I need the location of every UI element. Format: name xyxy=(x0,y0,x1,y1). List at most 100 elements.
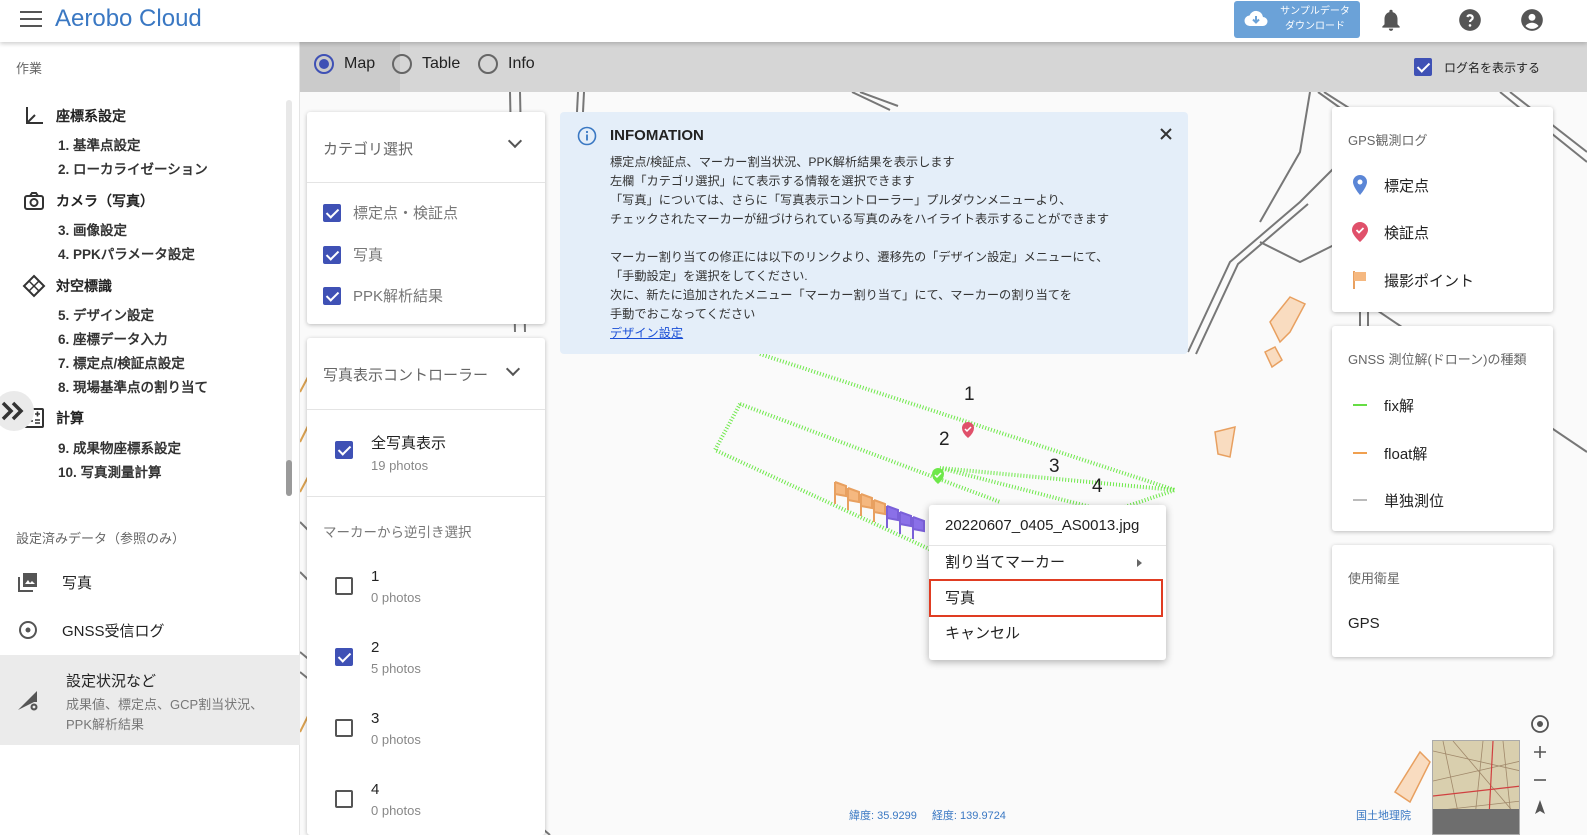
sidebar-item-photogrammetry[interactable]: 10. 写真測量計算 xyxy=(58,461,162,481)
sidebar-scroll-thumb[interactable] xyxy=(286,460,292,496)
show-log-names-checkbox[interactable]: ログ名を表示する xyxy=(1414,58,1540,76)
bell-icon[interactable] xyxy=(1378,7,1404,33)
orange-flag-icon xyxy=(1353,271,1366,289)
section-ground-markers: 対空標識 xyxy=(22,274,112,298)
flight-label-1: 1 xyxy=(964,384,975,405)
sidebar-item-output-crs[interactable]: 9. 成果物座標系設定 xyxy=(58,437,181,457)
legend-standalone: 単独測位 xyxy=(1350,489,1444,511)
cloud-download-icon xyxy=(1244,10,1268,27)
category-ppk-checkbox[interactable]: PPK解析結果 xyxy=(323,285,443,306)
map-credit[interactable]: 国土地理院 xyxy=(1356,807,1411,823)
blue-pin-icon xyxy=(1353,175,1367,195)
photo-controller-title: 写真表示コントローラー xyxy=(323,367,489,384)
category-collapse-chevron-icon[interactable] xyxy=(507,133,523,149)
legend-checkpoint: 検証点 xyxy=(1350,221,1429,243)
radio-table[interactable]: Table xyxy=(392,54,460,74)
marker-1-checkbox[interactable]: 10 photos xyxy=(335,568,421,605)
radio-info[interactable]: Info xyxy=(478,54,535,74)
flight-label-3: 3 xyxy=(1049,456,1060,477)
reverse-select-heading: マーカーから逆引き選択 xyxy=(323,525,472,540)
account-icon[interactable] xyxy=(1519,7,1545,33)
highlight-box xyxy=(929,579,1163,617)
app-title[interactable]: Aerobo Cloud xyxy=(55,5,202,33)
zoom-in-icon[interactable] xyxy=(1530,742,1550,762)
context-menu-assign-marker[interactable]: 割り当てマーカー xyxy=(929,545,1166,581)
category-gcp-checkbox[interactable]: 標定点・検証点 xyxy=(323,202,458,223)
satellites-panel: 使用衛星 GPS xyxy=(1332,545,1553,657)
zoom-out-icon[interactable] xyxy=(1530,770,1550,790)
settings-status-label: 設定状況など xyxy=(66,673,157,690)
show-all-photos-checkbox[interactable]: 全写真表示 19 photos xyxy=(335,432,446,473)
info-icon xyxy=(577,126,597,146)
photo-controller-panel: 写真表示コントローラー 全写真表示 19 photos マーカーから逆引き選択 … xyxy=(307,338,545,835)
legend-float: float解 xyxy=(1350,442,1427,464)
settings-status-desc-1: 成果値、標定点、GCP割当状況、 xyxy=(66,697,264,712)
sidebar-item-ppk-params[interactable]: 4. PPKパラメータ設定 xyxy=(58,243,195,263)
sidebar-scroll-track[interactable] xyxy=(286,100,292,496)
legend-shot-point: 撮影ポイント xyxy=(1350,269,1474,291)
fix-line-icon xyxy=(1353,404,1367,406)
photo-library-icon xyxy=(18,573,37,592)
flight-label-2: 2 xyxy=(939,429,950,450)
submenu-arrow-icon xyxy=(1137,559,1142,567)
legend-fix: fix解 xyxy=(1350,394,1414,416)
category-panel-title: カテゴリ選択 xyxy=(323,141,414,158)
sidebar-heading: 作業 xyxy=(16,61,43,76)
context-menu-filename: 20220607_0405_AS0013.jpg xyxy=(945,517,1140,534)
flight-label-4: 4 xyxy=(1092,476,1103,497)
gps-log-legend: GPS観測ログ 標定点 検証点 撮影ポイント xyxy=(1332,107,1553,312)
gps-target-icon xyxy=(19,621,37,639)
marker-2-checkbox[interactable]: 25 photos xyxy=(335,639,421,676)
design-settings-link[interactable]: デザイン設定 xyxy=(610,324,1109,343)
marker-4-checkbox[interactable]: 40 photos xyxy=(335,781,421,818)
coordinate-readout: 緯度: 35.9299 経度: 139.9724 xyxy=(849,807,1006,823)
download-label-2: ダウンロード xyxy=(1285,21,1345,32)
latitude-readout: 緯度: 35.9299 xyxy=(849,810,917,822)
sidebar-item-base-point[interactable]: 1. 基準点設定 xyxy=(58,134,141,154)
float-line-icon xyxy=(1353,452,1367,454)
locate-icon[interactable] xyxy=(1530,714,1550,734)
minimap[interactable] xyxy=(1432,740,1520,835)
section-coordinate-system: 座標系設定 xyxy=(22,104,126,128)
context-menu-cancel[interactable]: キャンセル xyxy=(929,616,1166,652)
gps-log-title: GPS観測ログ xyxy=(1348,133,1428,148)
gnss-type-legend: GNSS 測位解(ドローン)の種類 fix解 float解 単独測位 xyxy=(1332,326,1553,531)
info-title: INFOMATION xyxy=(610,127,704,144)
help-icon[interactable] xyxy=(1457,7,1483,33)
sidebar-item-photos[interactable]: 写真 xyxy=(16,570,92,594)
sidebar: 作業 座標系設定 1. 基準点設定 2. ローカライゼーション カメラ（写真） … xyxy=(0,42,300,835)
menu-icon[interactable] xyxy=(20,11,42,29)
sidebar-item-design-settings[interactable]: 5. デザイン設定 xyxy=(58,304,154,324)
standalone-line-icon xyxy=(1353,499,1367,501)
view-mode-bar: Map Table Info ログ名を表示する xyxy=(300,42,1587,92)
target-marker-icon xyxy=(22,274,46,298)
longitude-readout: 経度: 139.9724 xyxy=(931,810,1006,822)
download-label-1: サンプルデータ xyxy=(1280,6,1350,17)
compass-icon[interactable] xyxy=(1530,798,1550,818)
sidebar-item-site-point-assign[interactable]: 8. 現場基準点の割り当て xyxy=(58,376,208,396)
settings-status-desc-2: PPK解析結果 xyxy=(66,717,145,732)
photo-controller-chevron-icon[interactable] xyxy=(505,361,521,377)
top-bar: Aerobo Cloud サンプルデータ ダウンロード xyxy=(0,0,1587,42)
radio-map[interactable]: Map xyxy=(314,54,375,74)
info-body: 標定点/検証点、マーカー割当状況、PPK解析結果を表示します 左欄「カテゴリ選択… xyxy=(610,153,1109,343)
category-photo-checkbox[interactable]: 写真 xyxy=(323,244,383,265)
camera-icon xyxy=(24,192,44,210)
close-icon[interactable] xyxy=(1158,126,1174,142)
information-box: INFOMATION 標定点/検証点、マーカー割当状況、PPK解析結果を表示しま… xyxy=(560,112,1188,354)
sidebar-item-coordinate-input[interactable]: 6. 座標データ入力 xyxy=(58,328,168,348)
axis-icon xyxy=(26,107,43,124)
gnss-type-title: GNSS 測位解(ドローン)の種類 xyxy=(1348,352,1527,367)
signal-settings-icon xyxy=(18,691,38,711)
sidebar-item-localization[interactable]: 2. ローカライゼーション xyxy=(58,158,208,178)
sample-download-button[interactable]: サンプルデータ ダウンロード xyxy=(1234,1,1360,38)
sidebar-item-image-settings[interactable]: 3. 画像設定 xyxy=(58,219,127,239)
ref-data-heading: 設定済みデータ（参照のみ） xyxy=(16,531,186,546)
sidebar-item-gnss-log[interactable]: GNSS受信ログ xyxy=(16,618,165,642)
category-panel: カテゴリ選択 標定点・検証点 写真 PPK解析結果 xyxy=(307,112,545,324)
marker-3-checkbox[interactable]: 30 photos xyxy=(335,710,421,747)
double-chevron-right-icon xyxy=(1,401,24,421)
satellites-value: GPS xyxy=(1348,615,1380,632)
sidebar-item-settings-status[interactable]: 設定状況など 成果値、標定点、GCP割当状況、 PPK解析結果 xyxy=(0,655,300,745)
sidebar-item-gcp-settings[interactable]: 7. 標定点/検証点設定 xyxy=(58,352,185,372)
